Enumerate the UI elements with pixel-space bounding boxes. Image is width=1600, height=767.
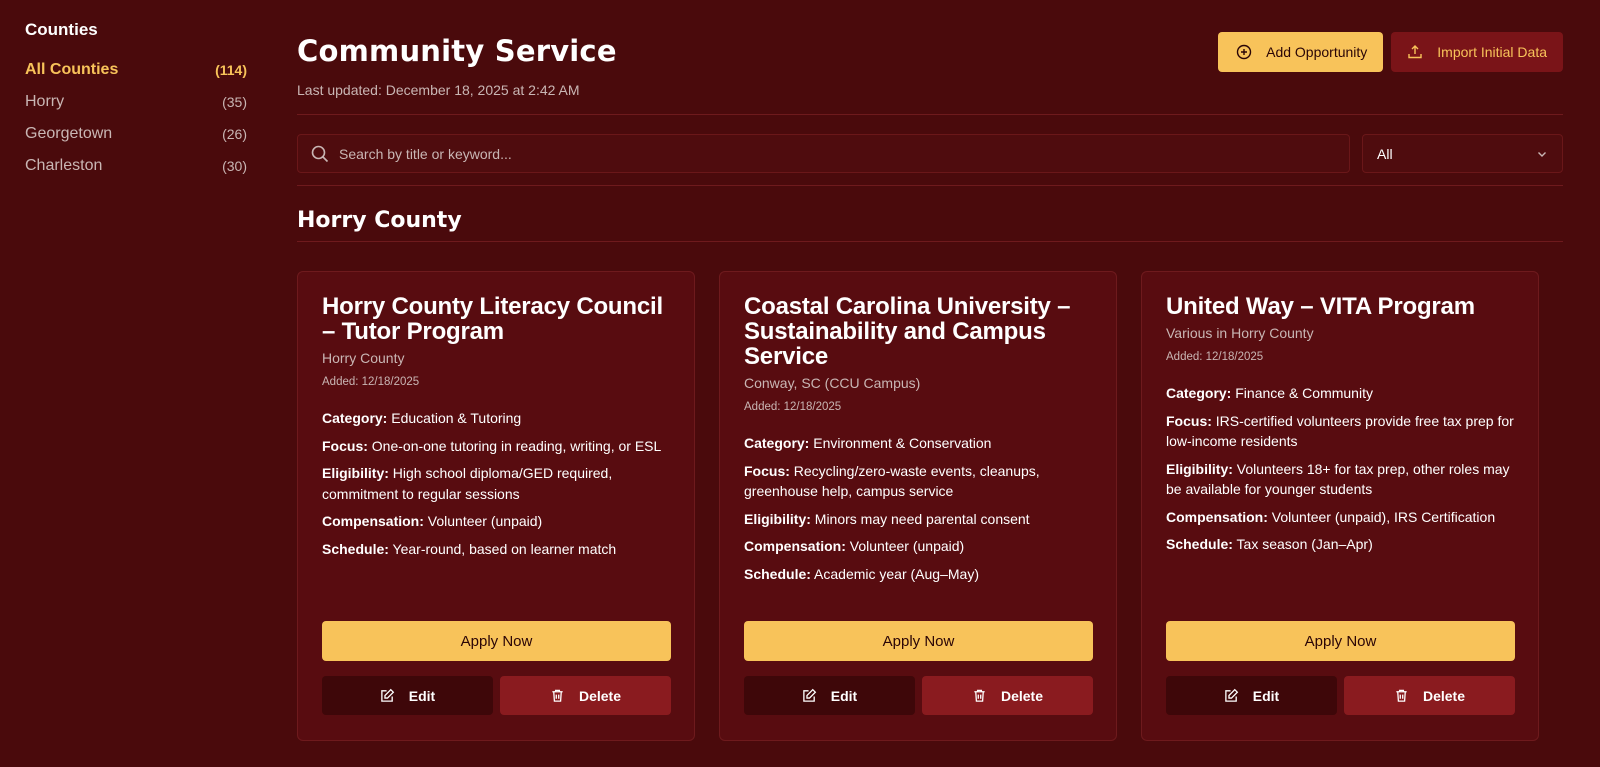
delete-button[interactable]: Delete — [500, 676, 671, 715]
card-location: Various in Horry County — [1166, 325, 1314, 341]
card-title: Horry County Literacy Council – Tutor Pr… — [322, 293, 663, 345]
card-schedule: Schedule: Tax season (Jan–Apr) — [1166, 536, 1373, 552]
last-updated: Last updated: December 18, 2025 at 2:42 … — [297, 82, 580, 98]
card-fields: Category: Environment & Conservation Foc… — [744, 433, 1092, 584]
plus-circle-icon — [1236, 44, 1252, 60]
delete-label: Delete — [578, 687, 622, 704]
filter-select[interactable]: All — [1362, 134, 1563, 173]
card-actions: Edit Delete — [1166, 676, 1515, 715]
opportunity-card: Coastal Carolina University – Sustainabi… — [719, 271, 1117, 741]
search-icon — [311, 145, 329, 162]
edit-icon — [1224, 688, 1239, 702]
card-actions: Edit Delete — [744, 676, 1093, 715]
edit-label: Edit — [408, 687, 436, 704]
sidebar-item-georgetown[interactable]: Georgetown (26) — [25, 118, 247, 150]
sidebar-item-label: Horry — [25, 93, 65, 110]
card-actions: Edit Delete — [322, 676, 671, 715]
divider — [297, 185, 1563, 186]
card-title: Coastal Carolina University – Sustainabi… — [744, 293, 1071, 370]
card-category: Category: Environment & Conservation — [744, 435, 992, 451]
apply-now-button[interactable]: Apply Now — [744, 621, 1093, 661]
opportunity-card: United Way – VITA Program Various in Hor… — [1141, 271, 1539, 741]
edit-label: Edit — [1252, 687, 1280, 704]
import-data-button[interactable]: Import Initial Data — [1391, 32, 1563, 72]
card-title: United Way – VITA Program — [1166, 293, 1475, 320]
sidebar-item-label: Georgetown — [25, 125, 113, 142]
sidebar-item-charleston[interactable]: Charleston (30) — [25, 150, 247, 182]
edit-label: Edit — [830, 687, 858, 704]
add-opportunity-button[interactable]: Add Opportunity — [1218, 32, 1384, 72]
sidebar-item-count: (35) — [222, 94, 247, 110]
delete-button[interactable]: Delete — [1344, 676, 1515, 715]
page-header: Community Service Last updated: December… — [297, 32, 1563, 98]
card-focus: Focus: One-on-one tutoring in reading, w… — [322, 437, 662, 454]
trash-icon — [1396, 689, 1407, 702]
card-focus: Focus: IRS-certified volunteers provide … — [1166, 412, 1514, 450]
card-compensation: Compensation: Volunteer (unpaid), IRS Ce… — [1166, 508, 1496, 525]
card-schedule: Schedule: Academic year (Aug–May) — [744, 565, 979, 582]
sidebar-item-label: Charleston — [25, 157, 103, 174]
import-data-label: Import Initial Data — [1437, 44, 1547, 60]
chevron-down-icon — [1538, 151, 1546, 157]
card-eligibility: Eligibility: High school diploma/GED req… — [322, 465, 613, 502]
apply-now-button[interactable]: Apply Now — [1166, 621, 1515, 661]
card-added-date: Added: 12/18/2025 — [322, 376, 420, 388]
header-actions: Add Opportunity Import Initial Data — [1218, 32, 1563, 72]
search-box[interactable] — [297, 134, 1350, 173]
card-compensation: Compensation: Volunteer (unpaid) — [322, 513, 543, 529]
upload-icon — [1408, 45, 1422, 59]
edit-icon — [802, 688, 817, 702]
card-added-date: Added: 12/18/2025 — [744, 401, 842, 413]
sidebar-item-count: (30) — [222, 158, 247, 174]
card-focus: Focus: Recycling/zero-waste events, clea… — [744, 462, 1040, 500]
sidebar-item-horry[interactable]: Horry (35) — [25, 86, 247, 118]
sidebar-item-count: (26) — [222, 126, 247, 142]
delete-label: Delete — [1422, 687, 1466, 704]
card-location: Conway, SC (CCU Campus) — [744, 375, 921, 391]
opportunity-cards: Horry County Literacy Council – Tutor Pr… — [297, 271, 1539, 741]
sidebar-item-label: All Counties — [25, 61, 119, 78]
card-location: Horry County — [322, 350, 405, 366]
sidebar-heading: Counties — [25, 20, 98, 39]
card-eligibility: Eligibility: Minors may need parental co… — [744, 510, 1030, 527]
edit-button[interactable]: Edit — [1166, 676, 1337, 715]
sidebar-item-count: (114) — [215, 62, 247, 78]
edit-button[interactable]: Edit — [744, 676, 915, 715]
section-title: Horry County — [297, 208, 462, 233]
delete-label: Delete — [1000, 687, 1044, 704]
edit-icon — [380, 688, 395, 702]
delete-button[interactable]: Delete — [922, 676, 1093, 715]
trash-icon — [552, 689, 563, 702]
sidebar: Counties All Counties (114) Horry (35) G… — [0, 0, 272, 767]
search-input[interactable] — [339, 145, 1239, 162]
divider — [297, 114, 1563, 115]
apply-now-button[interactable]: Apply Now — [322, 621, 671, 661]
divider — [297, 241, 1563, 242]
card-compensation: Compensation: Volunteer (unpaid) — [744, 538, 965, 554]
card-schedule: Schedule: Year-round, based on learner m… — [322, 540, 617, 557]
trash-icon — [974, 689, 985, 702]
main-content: Community Service Last updated: December… — [297, 0, 1563, 767]
card-fields: Category: Finance & Community Focus: IRS… — [1166, 383, 1514, 555]
card-fields: Category: Education & Tutoring Focus: On… — [322, 408, 670, 559]
card-added-date: Added: 12/18/2025 — [1166, 351, 1264, 363]
opportunity-card: Horry County Literacy Council – Tutor Pr… — [297, 271, 695, 741]
sidebar-item-all-counties[interactable]: All Counties (114) — [25, 54, 247, 86]
filter-selected-value: All — [1377, 145, 1393, 162]
card-category: Category: Education & Tutoring — [322, 410, 522, 426]
add-opportunity-label: Add Opportunity — [1266, 44, 1368, 60]
card-category: Category: Finance & Community — [1166, 385, 1373, 401]
edit-button[interactable]: Edit — [322, 676, 493, 715]
card-eligibility: Eligibility: Volunteers 18+ for tax prep… — [1166, 460, 1510, 498]
